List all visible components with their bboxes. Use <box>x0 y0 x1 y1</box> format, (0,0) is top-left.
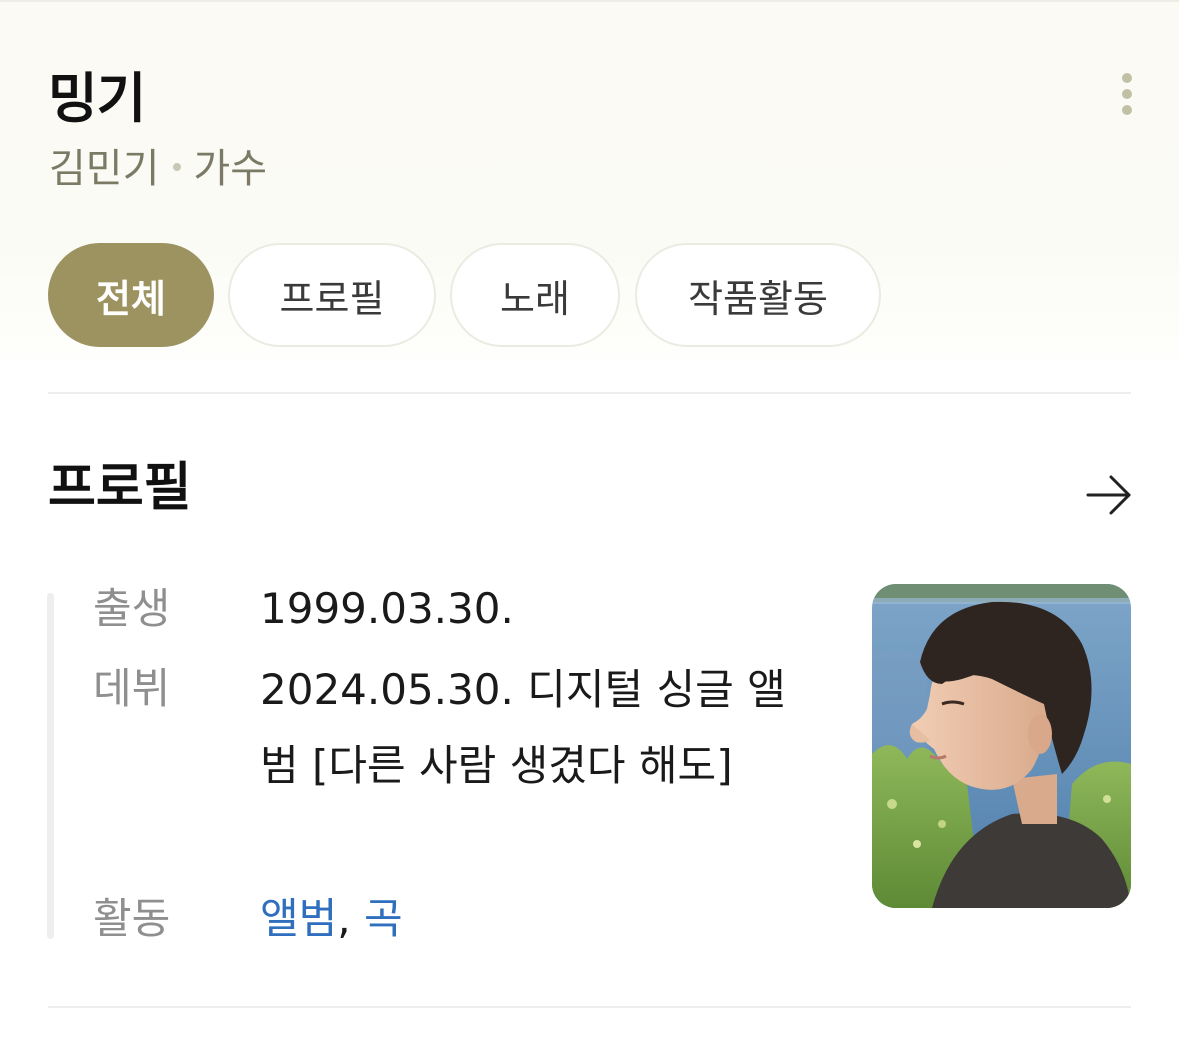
divider-top <box>48 392 1131 394</box>
link-separator: , <box>337 894 364 943</box>
tab-songs[interactable]: 노래 <box>450 243 620 347</box>
arrow-right-icon[interactable] <box>1084 470 1134 520</box>
top-border <box>0 0 1179 2</box>
divider-bottom <box>48 1006 1131 1008</box>
link-album[interactable]: 앨범 <box>260 894 337 943</box>
tab-profile[interactable]: 프로필 <box>228 243 436 347</box>
page-title: 밍기 <box>48 67 146 130</box>
link-song[interactable]: 곡 <box>364 894 403 943</box>
subtitle: 김민기 가수 <box>49 144 267 194</box>
tab-works[interactable]: 작품활동 <box>635 243 881 347</box>
subtitle-role: 가수 <box>193 146 268 192</box>
info-left-bar <box>47 593 54 939</box>
label-debut: 데뷔 <box>93 664 171 713</box>
subtitle-name: 김민기 <box>49 146 160 192</box>
tab-all[interactable]: 전체 <box>48 243 214 347</box>
value-birth: 1999.03.30. <box>260 584 514 633</box>
profile-photo[interactable] <box>872 584 1131 908</box>
value-activity: 앨범, 곡 <box>260 894 403 944</box>
value-debut: 2024.05.30. 디지털 싱글 앨범 [다른 사람 생겼다 해도] <box>260 665 786 790</box>
section-title-profile: 프로필 <box>48 458 192 518</box>
label-birth: 출생 <box>93 584 171 633</box>
separator-dot <box>173 163 182 171</box>
label-activity: 활동 <box>93 894 171 943</box>
more-options-icon[interactable] <box>1112 70 1142 120</box>
